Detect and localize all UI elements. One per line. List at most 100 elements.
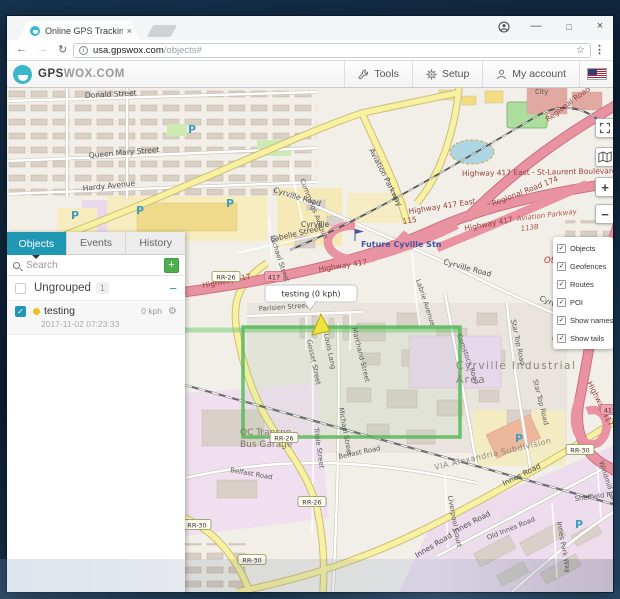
tab-close-icon[interactable]: × bbox=[127, 26, 132, 36]
my-account-button[interactable]: My account bbox=[482, 61, 579, 87]
object-row-testing[interactable]: ✓ testing 0 kph ⚙ 2017-11-02 07:23:33 bbox=[7, 301, 185, 335]
setup-label: Setup bbox=[442, 68, 469, 80]
language-selector[interactable] bbox=[579, 61, 613, 87]
tab-title: Online GPS Tracking & F bbox=[45, 26, 123, 36]
checkbox-checked-icon[interactable]: ✓ bbox=[557, 244, 566, 253]
checkbox-checked-icon[interactable]: ✓ bbox=[557, 280, 566, 289]
svg-text:RR-26: RR-26 bbox=[302, 498, 321, 506]
gpswox-brand[interactable]: GPSWOX.COM bbox=[13, 65, 125, 84]
map-label: Area bbox=[456, 374, 486, 386]
tab-events[interactable]: Events bbox=[67, 232, 127, 255]
browser-tab[interactable]: Online GPS Tracking & F × bbox=[18, 21, 140, 40]
map-settings-panel: ✓Objects✓Geofences✓Routes✓POI✓Show names… bbox=[553, 237, 613, 349]
parking-icon: P bbox=[188, 123, 196, 136]
map-label: Cyrville Industrial bbox=[456, 360, 576, 372]
url-host: usa.gpswox.com bbox=[93, 45, 164, 56]
object-settings-gear-icon[interactable]: ⚙ bbox=[168, 306, 177, 317]
parking-icon: P bbox=[515, 432, 523, 445]
window-close-button[interactable]: × bbox=[593, 20, 607, 32]
svg-text:417: 417 bbox=[268, 273, 280, 281]
object-status-dot bbox=[33, 308, 40, 315]
map-setting-geofences[interactable]: ✓ Geofences bbox=[553, 257, 613, 275]
wrench-icon bbox=[358, 69, 369, 80]
svg-text:RR-30: RR-30 bbox=[570, 446, 589, 454]
checkbox-checked-icon[interactable]: ✓ bbox=[557, 316, 566, 325]
folded-map-icon bbox=[598, 151, 612, 163]
svg-text:RR-30: RR-30 bbox=[242, 556, 261, 564]
browser-profile-icon[interactable] bbox=[497, 21, 511, 36]
checkbox-checked-icon[interactable]: ✓ bbox=[557, 262, 566, 271]
road-shield: RR-26 bbox=[298, 497, 326, 507]
setup-button[interactable]: Setup bbox=[412, 61, 482, 87]
map-setting-label: Show names bbox=[570, 316, 613, 325]
road-shield: 417 bbox=[600, 405, 613, 415]
map-setting-label: Routes bbox=[570, 280, 594, 289]
page-info-icon[interactable]: i bbox=[79, 46, 88, 55]
svg-text:RR-30: RR-30 bbox=[187, 521, 206, 529]
parking-icon: P bbox=[136, 204, 144, 217]
map-setting-objects[interactable]: ✓ Objects bbox=[553, 239, 613, 257]
back-icon[interactable]: ← bbox=[16, 43, 27, 55]
svg-text:RR-26: RR-26 bbox=[216, 273, 235, 281]
search-icon bbox=[13, 262, 20, 269]
svg-text:RR-26: RR-26 bbox=[274, 434, 293, 442]
search-input[interactable] bbox=[26, 260, 164, 271]
road-shield: RR-26 bbox=[270, 433, 298, 443]
group-name: Ungrouped bbox=[34, 282, 91, 294]
checkbox-checked-icon[interactable]: ✓ bbox=[557, 334, 566, 343]
url-bar[interactable]: i usa.gpswox.com/objects# ☆ bbox=[73, 43, 591, 58]
tab-objects[interactable]: Objects bbox=[7, 232, 67, 255]
forward-icon[interactable]: → bbox=[37, 43, 48, 55]
road-shield: RR-30 bbox=[238, 555, 266, 565]
my-account-label: My account bbox=[512, 68, 566, 80]
gpswox-favicon bbox=[30, 26, 40, 36]
tab-history[interactable]: History bbox=[126, 232, 185, 255]
map-setting-show-tails[interactable]: ✓ Show tails bbox=[553, 329, 613, 347]
road-shield: 417 bbox=[264, 272, 283, 282]
brand-rest: WOX.COM bbox=[64, 68, 125, 80]
map-layers-button[interactable] bbox=[595, 147, 613, 167]
object-checkbox-checked[interactable]: ✓ bbox=[15, 306, 26, 317]
checkbox-checked-icon[interactable]: ✓ bbox=[557, 298, 566, 307]
add-object-button[interactable]: + bbox=[164, 258, 179, 273]
objects-panel: Objects Events History + Ungrouped 1 − bbox=[7, 232, 185, 592]
panel-tabs: Objects Events History bbox=[7, 232, 185, 255]
tools-label: Tools bbox=[374, 68, 399, 80]
zoom-out-button[interactable]: − bbox=[595, 204, 613, 224]
map-setting-label: Show tails bbox=[570, 334, 604, 343]
road-shield: RR-30 bbox=[566, 445, 594, 455]
geofence-rectangle[interactable] bbox=[243, 327, 460, 437]
map-setting-label: Objects bbox=[570, 244, 595, 253]
zoom-in-button[interactable]: + bbox=[595, 177, 613, 197]
tools-button[interactable]: Tools bbox=[344, 61, 412, 87]
active-tab-arrow bbox=[32, 255, 40, 263]
reload-icon[interactable]: ↻ bbox=[58, 43, 67, 56]
group-checkbox[interactable] bbox=[15, 283, 26, 294]
svg-text:417: 417 bbox=[604, 406, 613, 414]
browser-window: Online GPS Tracking & F × — □ × ← → ↻ i … bbox=[7, 16, 613, 592]
brand-bold: GPS bbox=[38, 68, 64, 80]
map-setting-label: Geofences bbox=[570, 262, 606, 271]
road-shield: RR-30 bbox=[183, 520, 211, 530]
fullscreen-button[interactable] bbox=[595, 118, 613, 138]
browser-menu-icon[interactable]: ⋮ bbox=[594, 43, 605, 56]
window-maximize-button[interactable]: □ bbox=[562, 22, 576, 32]
browser-titlebar: Online GPS Tracking & F × — □ × bbox=[7, 16, 613, 40]
collapse-group-icon[interactable]: − bbox=[169, 281, 177, 296]
object-speed: 0 kph bbox=[141, 306, 162, 316]
map-canvas[interactable]: Donald StreetQueen Mary StreetHardy Aven… bbox=[7, 88, 613, 592]
parking-icon: P bbox=[575, 518, 583, 531]
bookmark-star-icon[interactable]: ☆ bbox=[576, 45, 585, 56]
fullscreen-arrows-icon bbox=[599, 122, 611, 134]
window-minimize-button[interactable]: — bbox=[529, 20, 543, 32]
map-setting-show-names[interactable]: ✓ Show names bbox=[553, 311, 613, 329]
map-setting-routes[interactable]: ✓ Routes bbox=[553, 275, 613, 293]
road-shield: RR-26 bbox=[212, 272, 240, 282]
svg-text:testing (0 kph): testing (0 kph) bbox=[282, 290, 341, 299]
map-setting-poi[interactable]: ✓POI bbox=[553, 293, 613, 311]
browser-toolbar: ← → ↻ i usa.gpswox.com/objects# ☆ ⋮ bbox=[7, 40, 613, 61]
map-label: City bbox=[535, 88, 548, 96]
group-row-ungrouped[interactable]: Ungrouped 1 − bbox=[7, 276, 185, 301]
group-count-badge: 1 bbox=[96, 282, 109, 294]
new-tab-button[interactable] bbox=[147, 25, 177, 37]
